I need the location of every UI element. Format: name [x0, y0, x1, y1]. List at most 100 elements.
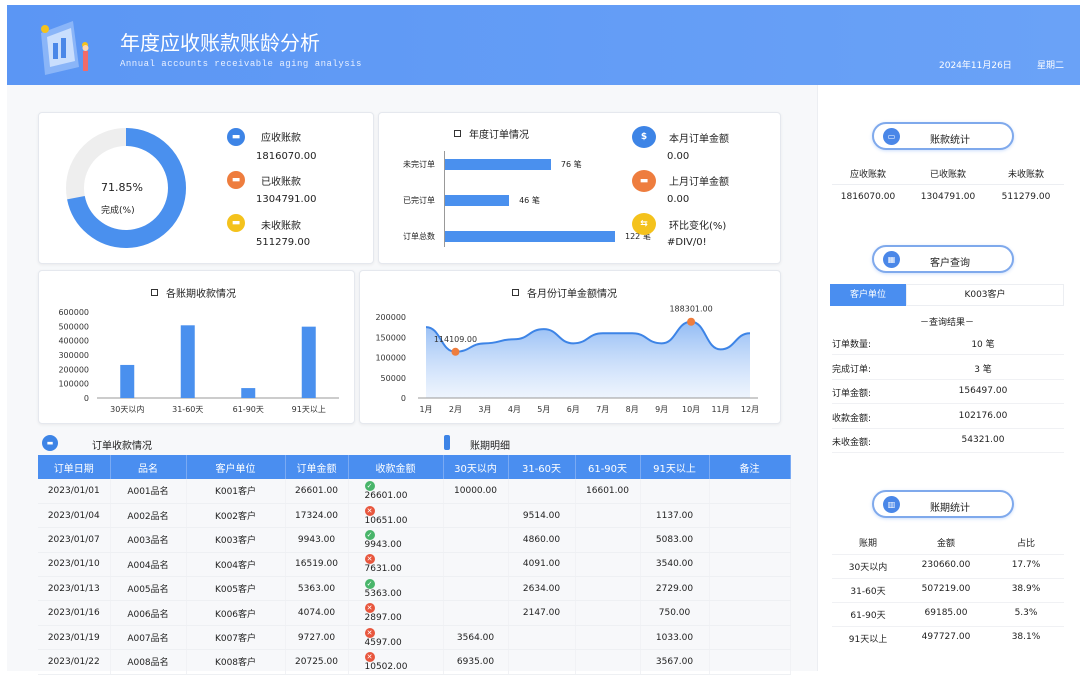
table-cell	[575, 600, 641, 626]
col-header[interactable]: 订单日期	[38, 455, 111, 479]
table-cell: 2023/01/10	[38, 552, 111, 578]
col-header[interactable]: 收款金额	[348, 455, 444, 479]
donut-label: 完成(%)	[101, 206, 135, 216]
mom-change-value: #DIV/0!	[667, 237, 707, 248]
x-tick-label: 10月	[682, 405, 700, 414]
stats-title: 账款统计	[930, 135, 970, 146]
y-tick-label: 300000	[58, 351, 89, 360]
table-row[interactable]: 2023/01/01 A001品名 K001客户 26601.00 ✓26601.00 1…	[38, 479, 791, 504]
table-row[interactable]: 2023/01/22 A008品名 K008客户 20725.00 ✕10502.00 6…	[38, 649, 791, 675]
y-tick-label: 0	[401, 394, 406, 403]
table-cell: 10000.00	[443, 479, 509, 504]
col-header[interactable]: 订单金额	[285, 455, 349, 479]
table-cell	[443, 552, 509, 578]
order-bar-label: 已完订单	[403, 196, 435, 205]
aging-amount: 507219.00	[921, 584, 971, 594]
table-cell	[709, 649, 791, 675]
table-cell: 1033.00	[640, 625, 710, 651]
aging-header: 账期	[858, 539, 877, 549]
col-header[interactable]: 品名	[110, 455, 187, 479]
table-row[interactable]: 2023/01/16 A006品名 K006客户 4074.00 ✕2897.00 214…	[38, 600, 791, 626]
table-row[interactable]: 2023/01/07 A003品名 K003客户 9943.00 ✓9943.00 486…	[38, 527, 791, 553]
paid-amount: 5363.00	[364, 588, 402, 599]
x-tick-label: 3月	[478, 405, 491, 414]
table-cell: 2023/01/01	[38, 479, 111, 504]
table-row[interactable]: 2023/01/13 A005品名 K005客户 5363.00 ✓5363.00 263…	[38, 576, 791, 602]
table-cell: A007品名	[110, 625, 187, 651]
divider	[832, 378, 1064, 380]
table-cell: ✓5363.00	[348, 576, 444, 602]
month-amount-value: 0.00	[667, 151, 690, 162]
table-cell: 4860.00	[508, 527, 576, 553]
order-bar	[445, 231, 615, 242]
query-row-label: 未收金额:	[832, 438, 872, 448]
bar	[301, 326, 316, 398]
table-cell	[709, 479, 791, 504]
highlight-point	[687, 317, 696, 326]
orders-section-title: 订单收款情况	[92, 441, 152, 452]
received-label: 已收账款	[261, 177, 301, 188]
x-tick-label: 11月	[711, 405, 729, 414]
divider	[832, 626, 1064, 627]
table-cell: ✓26601.00	[348, 479, 444, 504]
stats-header: 应收账款	[849, 170, 886, 180]
col-header[interactable]: 91天以上	[640, 455, 710, 479]
query-row-value: 54321.00	[961, 435, 1005, 445]
paid-amount: 7631.00	[364, 564, 402, 575]
orders-title: 年度订单情况	[454, 126, 529, 141]
table-cell	[575, 576, 641, 602]
table-cell: A001品名	[110, 479, 187, 504]
col-header[interactable]: 客户单位	[186, 455, 286, 479]
aging-period: 31-60天	[850, 587, 886, 597]
x-tick-label: 9月	[655, 405, 668, 414]
share-icon: ⇆	[632, 213, 656, 235]
col-header[interactable]: 30天以内	[443, 455, 509, 479]
page-subtitle: Annual accounts receivable aging analysi…	[120, 59, 362, 69]
right-panel: ▭ 账款统计 应收账款 已收账款 未收账款 1816070.00 1304791…	[817, 85, 1080, 671]
table-cell: 3540.00	[640, 552, 710, 578]
table-cell: 2634.00	[508, 576, 576, 602]
query-row-value: 10 笔	[971, 340, 995, 350]
aging-ratio: 38.9%	[1011, 584, 1041, 594]
divider	[832, 427, 1064, 429]
monthly-area-chart: 各月份订单金额情况 200000 150000 100000 50000 0 1月 2月 3月…	[359, 270, 781, 424]
y-tick-label: 0	[84, 394, 89, 403]
x-tick-label: 2月	[449, 405, 462, 414]
table-row[interactable]: 2023/01/04 A002品名 K002客户 17324.00 ✕10651.00 9…	[38, 503, 791, 529]
col-header[interactable]: 31-60天	[508, 455, 576, 479]
query-row-label: 收款金额:	[832, 413, 872, 424]
dashboard-illustration-icon	[41, 21, 89, 75]
table-cell: 2023/01/22	[38, 649, 111, 675]
highlight-point	[451, 347, 460, 356]
aging-ratio: 5.3%	[1014, 608, 1038, 618]
divider	[832, 403, 1064, 404]
last-month-label: 上月订单金额	[669, 177, 729, 188]
query-title: 客户查询	[930, 258, 970, 269]
table-cell: ✕4597.00	[348, 625, 444, 651]
table-cell	[508, 649, 576, 675]
query-result-title: －查询结果－	[919, 318, 974, 328]
table-cell	[508, 625, 576, 651]
y-tick-label: 100000	[58, 380, 89, 389]
aging-amount: 497727.00	[921, 632, 971, 642]
y-tick-label: 600000	[58, 308, 89, 317]
y-tick-label: 200000	[375, 313, 406, 322]
divider	[832, 602, 1064, 603]
table-row[interactable]: 2023/01/10 A004品名 K004客户 16519.00 ✕7631.00 40…	[38, 552, 791, 578]
divider	[832, 578, 1064, 579]
paid-amount: 2897.00	[364, 613, 402, 624]
table-cell: 2147.00	[508, 600, 576, 626]
table-cell: A008品名	[110, 649, 187, 675]
table-cell: 3564.00	[443, 625, 509, 651]
col-header[interactable]: 61-90天	[575, 455, 641, 479]
col-header[interactable]: 备注	[709, 455, 791, 479]
query-row-value: 3 笔	[974, 364, 992, 375]
aging-title: 账期统计	[930, 503, 970, 514]
stats-value: 1304791.00	[920, 192, 976, 202]
table-row[interactable]: 2023/01/19 A007品名 K007客户 9727.00 ✕4597.00 356…	[38, 625, 791, 651]
divider	[832, 184, 1064, 185]
query-label: 客户单位	[830, 284, 906, 306]
bar-plot: 600000 500000 400000 300000 200000 100000 0 30天…	[58, 308, 339, 414]
y-tick-label: 500000	[58, 322, 89, 331]
client-select[interactable]: K003客户	[906, 284, 1064, 306]
